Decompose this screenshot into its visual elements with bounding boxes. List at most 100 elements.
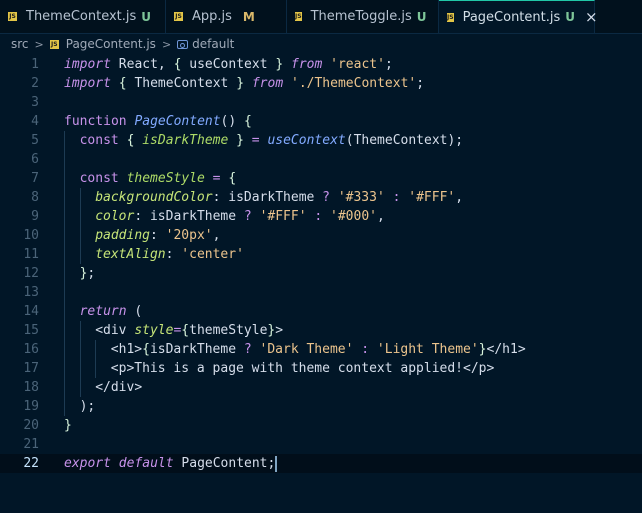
tab-label: ThemeContext.js [26, 9, 137, 24]
tab-app-js[interactable]: JS App.js M [166, 0, 287, 33]
code-line[interactable]: 21 [0, 435, 642, 454]
code-token: textAlign [95, 247, 166, 262]
tab-label: ThemeToggle.js [310, 9, 412, 24]
code-token: 'Dark Theme' [259, 342, 354, 357]
code-token: } [478, 342, 487, 357]
code-line[interactable]: 11 textAlign: 'center' [0, 245, 642, 264]
line-code: const themeStyle = { [80, 169, 237, 188]
line-number: 5 [31, 133, 39, 148]
code-line[interactable]: 16 <h1>{isDarkTheme ? 'Dark Theme' : 'Lig… [0, 340, 642, 359]
line-code: < p> This is a page with theme context app… [111, 359, 495, 378]
code-line[interactable]: 13 [0, 283, 642, 302]
code-token: div [103, 323, 127, 338]
tab-label: App.js [192, 9, 232, 24]
code-token: default [118, 456, 174, 471]
code-token: </ [486, 342, 503, 357]
code-editor[interactable]: 1 import React, { useContext } from 'reac… [0, 55, 642, 513]
line-code: return ( [80, 302, 143, 321]
line-number: 19 [23, 399, 39, 414]
code-token: </ [463, 361, 479, 376]
line-number: 6 [31, 152, 39, 167]
line-number: 20 [23, 418, 39, 433]
line-number: 22 [23, 456, 39, 471]
code-token: PageContent; [173, 456, 276, 471]
code-token: isDarkTheme [149, 209, 244, 224]
indent-guide [64, 283, 65, 302]
code-line[interactable]: 15 <div style={themeStyle}> [0, 321, 642, 340]
indent-guide [64, 378, 65, 397]
code-line[interactable]: 12}; [0, 264, 642, 283]
code-token: : [134, 209, 150, 224]
code-line[interactable]: 19); [0, 397, 642, 416]
code-token: './ThemeContext' [291, 76, 417, 91]
indent-guide [64, 169, 65, 188]
code-token: div [110, 380, 135, 395]
breadcrumb-folder[interactable]: src [11, 37, 29, 51]
code-line[interactable]: 6 [0, 150, 642, 169]
line-number: 21 [23, 437, 39, 452]
code-token: from [251, 76, 284, 91]
code-line[interactable]: 3 [0, 93, 642, 112]
code-token: > [134, 380, 143, 395]
code-line[interactable]: 1 import React, { useContext } from 'reac… [0, 55, 642, 74]
code-line[interactable]: 9 color: isDarkTheme ? '#FFF' : '#000', [0, 207, 642, 226]
code-line[interactable]: 10 padding: '20px', [0, 226, 642, 245]
tab-themecontext-js[interactable]: JS ThemeContext.js U [0, 0, 166, 33]
breadcrumb-symbol[interactable]: default [192, 37, 234, 51]
code-token: import [64, 57, 111, 72]
tab-themetoggle-js[interactable]: JS ThemeToggle.js U [287, 0, 439, 33]
js-file-icon: JS [295, 12, 302, 21]
code-token: = [212, 171, 221, 186]
line-code: </div> [95, 378, 142, 397]
close-icon[interactable]: × [585, 8, 598, 26]
line-number: 18 [23, 380, 39, 395]
code-line[interactable]: 5 const { isDarkTheme } = useContext(Them… [0, 131, 642, 150]
code-token: ? [322, 190, 330, 205]
code-token: h1 [118, 342, 135, 357]
line-number: 8 [31, 190, 39, 205]
code-token: < [110, 342, 119, 357]
code-token: 'react' [330, 57, 385, 72]
code-line[interactable]: 17 < p> This is a page with theme context a… [0, 359, 642, 378]
code-token: PageContent [134, 114, 221, 129]
indent-guide [64, 321, 65, 340]
tab-pagecontent-js[interactable]: JS PageContent.js U × [439, 0, 598, 33]
code-token: ); [447, 133, 464, 148]
line-code: ); [80, 397, 96, 416]
code-line[interactable]: 2 import { ThemeContext } from './ThemeCo… [0, 74, 642, 93]
indent-guide [64, 150, 65, 169]
code-token: > [134, 342, 143, 357]
code-token: > [486, 361, 495, 376]
code-line[interactable]: 22 export default PageContent; [0, 454, 642, 473]
code-token: useContext [267, 133, 346, 148]
code-line[interactable]: 4 function PageContent() { [0, 112, 642, 131]
code-line[interactable]: 14 return ( [0, 302, 642, 321]
line-code: import React, { useContext } from 'react… [64, 55, 393, 74]
code-token: backgroundColor [95, 190, 213, 205]
indent-guide [79, 340, 81, 359]
indent-guide [64, 397, 65, 416]
code-line[interactable]: 20} [0, 416, 642, 435]
breadcrumb-file[interactable]: PageContent.js [66, 37, 156, 51]
line-code: }; [80, 264, 96, 283]
code-token: function [64, 114, 127, 129]
code-token: : [314, 209, 323, 224]
code-token: : [149, 228, 166, 243]
code-token: ThemeContext [353, 133, 448, 148]
code-token: const [79, 133, 119, 148]
code-line[interactable]: 7 const themeStyle = { [0, 169, 642, 188]
indent-guide [79, 245, 81, 264]
code-token: themeStyle [189, 323, 268, 338]
code-line[interactable]: 18 </div> [0, 378, 642, 397]
code-token: { [142, 342, 150, 357]
line-number: 4 [31, 114, 39, 129]
code-line[interactable]: 8 backgroundColor: isDarkTheme ? '#333' :… [0, 188, 642, 207]
